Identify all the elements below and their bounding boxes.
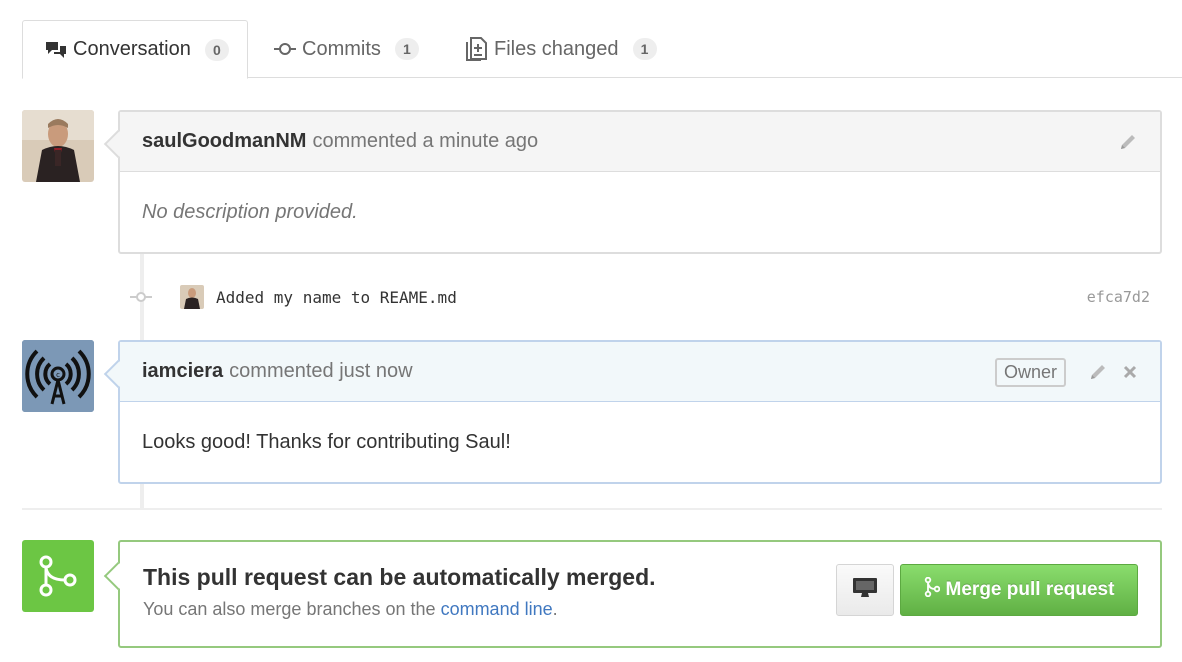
tab-files-changed[interactable]: Files changed 1	[466, 20, 657, 78]
merge-status-subtitle: You can also merge branches on the comma…	[143, 599, 558, 620]
desktop-icon	[852, 577, 878, 604]
comment-body: No description provided.	[142, 200, 358, 223]
comment-timestamp[interactable]: commented just now	[229, 360, 412, 383]
comment-timestamp[interactable]: commented a minute ago	[312, 130, 538, 153]
merge-sub-suffix: .	[552, 599, 558, 619]
tab-commits-count: 1	[394, 38, 419, 60]
comment-author[interactable]: iamciera	[142, 360, 223, 383]
merge-panel: This pull request can be automatically m…	[103, 540, 1162, 648]
command-line-link[interactable]: command line	[441, 599, 553, 619]
avatar-saulgoodmannm[interactable]	[22, 110, 94, 182]
git-commit-icon	[274, 42, 296, 56]
pencil-icon[interactable]	[1118, 132, 1138, 152]
svg-text:c: c	[56, 371, 60, 379]
tab-conversation-count: 0	[204, 38, 229, 61]
comment-card: iamciera commented just now Owner Looks …	[103, 340, 1162, 484]
comment-author[interactable]: saulGoodmanNM	[142, 130, 306, 153]
diff-icon	[466, 37, 488, 61]
pr-tabs: Conversation 0 Commits 1 Files changed 1	[22, 20, 1182, 79]
git-merge-icon	[22, 540, 94, 612]
commit-item: Added my name to REAME.md efca7d2	[130, 282, 1150, 312]
commit-sha[interactable]: efca7d2	[1087, 288, 1150, 306]
timeline-divider	[22, 508, 1162, 510]
tab-commits-label: Commits	[302, 37, 381, 60]
merge-sub-prefix: You can also merge branches on the	[143, 599, 436, 619]
pencil-icon[interactable]	[1088, 362, 1108, 382]
merge-pull-request-button[interactable]: Merge pull request	[900, 564, 1138, 616]
close-icon[interactable]	[1122, 364, 1138, 380]
tab-files-changed-count: 1	[632, 38, 657, 60]
comment-header: iamciera commented just now Owner	[120, 342, 1160, 402]
comment-discussion-icon	[45, 40, 67, 60]
git-merge-icon	[924, 576, 940, 603]
comment-header: saulGoodmanNM commented a minute ago	[120, 112, 1160, 172]
tab-commits[interactable]: Commits 1	[274, 20, 419, 78]
commit-author-avatar[interactable]	[180, 285, 204, 309]
merge-pointer	[103, 561, 133, 591]
timeline-line	[140, 484, 144, 508]
avatar-iamciera[interactable]: c	[22, 340, 94, 412]
merge-button-label: Merge pull request	[945, 579, 1115, 600]
tab-conversation-label: Conversation	[73, 38, 191, 60]
tab-conversation[interactable]: Conversation 0	[22, 20, 248, 79]
commit-message[interactable]: Added my name to REAME.md	[216, 288, 457, 307]
owner-badge: Owner	[994, 357, 1066, 387]
open-in-desktop-button[interactable]	[836, 564, 894, 616]
comment-body: Looks good! Thanks for contributing Saul…	[142, 430, 511, 453]
tab-files-changed-label: Files changed	[494, 37, 619, 60]
git-commit-icon	[130, 290, 152, 304]
merge-status-title: This pull request can be automatically m…	[143, 564, 656, 590]
comment-card: saulGoodmanNM commented a minute ago No …	[103, 110, 1162, 254]
